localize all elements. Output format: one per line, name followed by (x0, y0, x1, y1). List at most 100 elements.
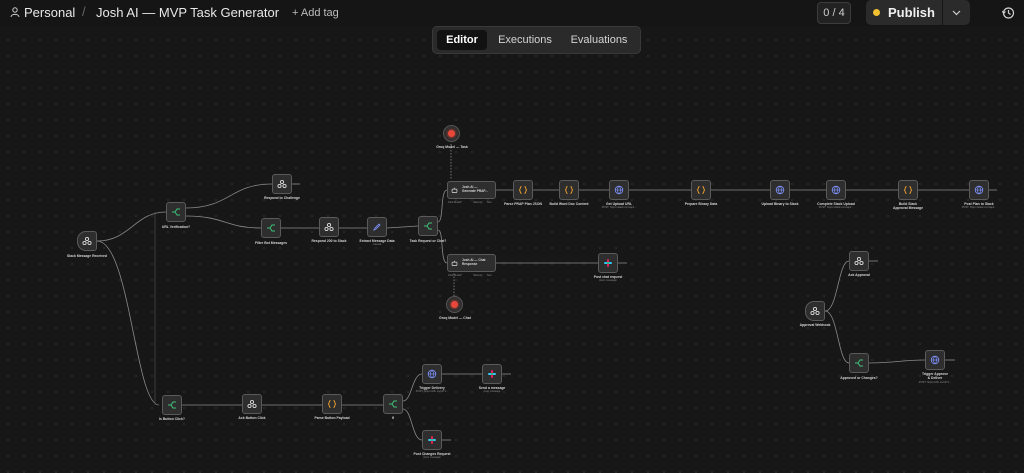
tab-editor[interactable]: Editor (437, 30, 487, 50)
post-chat-request-node[interactable] (598, 253, 618, 273)
parse-prap-plan-node[interactable] (513, 180, 533, 200)
switch-icon (855, 359, 863, 367)
generate-agent-memory-port: Memory (473, 201, 483, 204)
complete-slack-upload-node[interactable] (826, 180, 846, 200)
extract-message-data-node[interactable] (367, 217, 387, 237)
post-changes-request-node[interactable] (422, 430, 442, 450)
robot-icon (451, 260, 458, 266)
extract-message-data-sub: manual (372, 243, 382, 246)
user-icon (10, 7, 20, 18)
connections-layer (96, 144, 997, 441)
josh-ai-chat-agent-node[interactable]: Josh AI — Chat Response (447, 254, 496, 272)
switch-icon (389, 400, 397, 408)
build-word-doc-node[interactable] (559, 180, 579, 200)
prepare-binary-data-node[interactable] (691, 180, 711, 200)
publish-options-button[interactable] (943, 0, 970, 25)
slack-icon (488, 370, 496, 378)
globe-icon (427, 369, 437, 379)
groq-model-task-node[interactable] (443, 125, 460, 142)
workflow-name[interactable]: Josh AI — MVP Task Generator (96, 5, 279, 20)
post-plan-to-slack-node[interactable] (969, 180, 989, 200)
if-node-label: If (391, 416, 395, 420)
slack-message-received-node[interactable] (77, 231, 97, 251)
if-node[interactable] (383, 394, 403, 414)
workflow-canvas[interactable]: Slack Message Received URL Verification?… (0, 0, 1024, 473)
top-bar: Personal / Josh AI — MVP Task Generator … (0, 0, 1024, 26)
task-request-or-chat-node[interactable] (418, 216, 438, 236)
globe-icon (775, 185, 785, 195)
get-upload-url-sub: POST: https://slack.com/api/... (601, 206, 637, 209)
webhook-icon (277, 179, 287, 189)
is-button-click-label: Is Button Click? (159, 417, 185, 421)
robot-icon (451, 187, 458, 193)
switch-icon (267, 224, 275, 232)
tab-executions[interactable]: Executions (490, 30, 560, 50)
get-upload-url-node[interactable] (609, 180, 629, 200)
approval-webhook-node[interactable] (805, 301, 825, 321)
publish-status-dot (873, 9, 881, 16)
respond-200-label: Respond 200 to Slack (311, 239, 347, 243)
publish-label: Publish (888, 5, 935, 20)
code-icon (903, 186, 913, 194)
josh-ai-chat-agent-label: Josh AI — Chat Response (462, 258, 486, 266)
send-a-message-node[interactable] (482, 364, 502, 384)
respond-to-challenge-label: Respond to Challenge (264, 196, 300, 200)
webhook-icon (247, 399, 257, 409)
trigger-delivery-node[interactable] (422, 364, 442, 384)
webhook-icon (810, 306, 820, 316)
josh-ai-generate-agent-node[interactable]: Josh AI — Generate PRAP... (447, 181, 496, 199)
prepare-binary-data-label: Prepare Binary Data (684, 202, 718, 206)
globe-icon (930, 355, 940, 365)
url-verification-node[interactable] (166, 202, 186, 222)
complete-slack-upload-sub: POST: https://slack.com/api/... (818, 206, 854, 209)
respond-to-challenge-node[interactable] (272, 174, 292, 194)
trigger-delivery-sub: POST: https://n8n.srv1071... (415, 390, 449, 393)
switch-icon (172, 208, 180, 216)
groq-model-task-label: Groq Model — Task (436, 145, 468, 149)
tab-evaluations[interactable]: Evaluations (563, 30, 635, 50)
approved-or-changes-node[interactable] (849, 353, 869, 373)
ack-button-click-label: Ack Button Click (238, 416, 266, 420)
build-slack-approval-node[interactable] (898, 180, 918, 200)
respond-200-node[interactable] (319, 217, 339, 237)
josh-ai-generate-agent-label: Josh AI — Generate PRAP... (462, 185, 488, 193)
is-button-click-node[interactable] (162, 395, 182, 415)
slack-icon (428, 436, 436, 444)
generate-agent-chat-model-port: Chat Model* (447, 201, 463, 204)
globe-icon (974, 185, 984, 195)
code-icon (327, 400, 337, 408)
filter-bot-messages-label: Filter Bot Messages (254, 241, 288, 245)
filter-bot-messages-node[interactable] (261, 218, 281, 238)
project-breadcrumb[interactable]: Personal (24, 5, 75, 20)
history-icon[interactable] (1001, 6, 1015, 20)
ack-approval-label: Ack Approval (848, 273, 870, 277)
ack-approval-node[interactable] (849, 251, 869, 271)
post-plan-to-slack-sub: POST: https://slack.com/api/... (961, 206, 997, 209)
webhook-icon (324, 222, 334, 232)
parse-prap-plan-label: Parse PRAP Plan JSON (504, 202, 542, 206)
code-icon (564, 186, 574, 194)
approved-or-changes-label: Approved or Changes? (840, 376, 878, 380)
parse-button-payload-node[interactable] (322, 394, 342, 414)
post-chat-request-sub: post: message (599, 279, 617, 282)
groq-model-chat-node[interactable] (446, 296, 463, 313)
task-request-or-chat-label: Task Request or Chat? (409, 239, 447, 243)
model-icon (448, 130, 455, 137)
add-tag-button[interactable]: + Add tag (292, 7, 339, 19)
trigger-approve-deliver-node[interactable] (925, 350, 945, 370)
code-icon (518, 186, 528, 194)
breadcrumb-separator: / (82, 4, 86, 19)
build-slack-approval-label: Build Slack Approval Message (893, 202, 923, 211)
publish-button[interactable]: Publish (866, 0, 942, 25)
post-changes-request-sub: post: message (423, 456, 441, 459)
globe-icon (614, 185, 624, 195)
upload-binary-node[interactable] (770, 180, 790, 200)
approval-webhook-label: Approval Webhook (799, 323, 831, 327)
build-word-doc-label: Build Word Doc Content (549, 202, 589, 206)
pencil-icon (372, 223, 381, 232)
send-a-message-sub: post: message (483, 390, 501, 393)
groq-model-chat-label: Groq Model — Chat (439, 316, 471, 320)
ack-button-click-node[interactable] (242, 394, 262, 414)
switch-icon (168, 401, 176, 409)
webhook-icon (82, 236, 92, 246)
